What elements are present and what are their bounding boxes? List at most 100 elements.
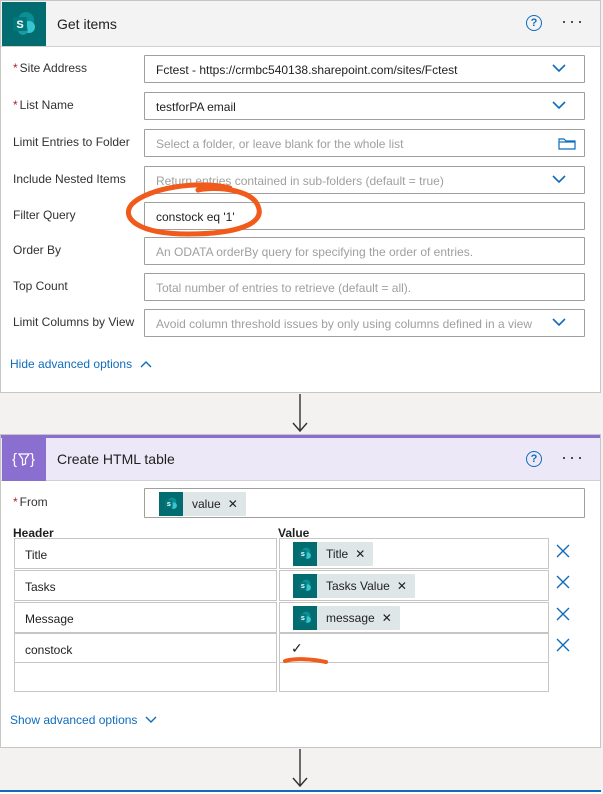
chevron-down-icon[interactable] [552,101,566,109]
flow-arrow-icon [292,749,308,788]
show-advanced-options-link[interactable]: Show advanced options [10,713,157,727]
top-count-placeholder: Total number of entries to retrieve (def… [156,281,412,295]
hide-advanced-label: Hide advanced options [10,357,133,371]
get-items-header[interactable]: S Get items ? ··· [1,1,600,47]
nested-items-dropdown[interactable]: Return entries contained in sub-folders … [144,166,585,194]
filter-query-input[interactable]: constock eq '1' [144,202,585,230]
nested-items-label: Include Nested Items [13,172,126,186]
sharepoint-icon: S [293,574,317,598]
remove-token-icon[interactable]: ✕ [382,611,392,625]
top-count-input[interactable]: Total number of entries to retrieve (def… [144,273,585,301]
close-icon[interactable] [555,606,571,622]
sharepoint-icon: S [293,606,317,630]
nested-items-row: Include Nested Items Return entries cont… [0,166,601,194]
order-by-row: Order By An ODATA orderBy query for spec… [0,237,601,265]
svg-text:}: } [30,451,35,468]
limit-folder-placeholder: Select a folder, or leave blank for the … [156,137,404,151]
show-advanced-label: Show advanced options [10,713,138,727]
token-label: Title [326,547,349,561]
header-cell[interactable]: Tasks [14,570,277,601]
more-options-icon[interactable]: ··· [561,447,585,468]
svg-text:S: S [167,502,171,508]
header-cell-empty[interactable] [14,662,277,692]
limit-folder-input[interactable]: Select a folder, or leave blank for the … [144,129,585,157]
header-cell-text: Message [25,612,74,626]
value-cell[interactable]: S Tasks Value ✕ [279,570,549,601]
dynamic-content-token[interactable]: S Title ✕ [293,542,374,566]
close-icon[interactable] [555,637,571,653]
site-address-dropdown[interactable]: Fctest - https://crmbc540138.sharepoint.… [144,55,585,83]
remove-token-icon[interactable]: ✕ [397,579,407,593]
help-icon[interactable]: ? [526,15,542,31]
data-operation-icon: { } [2,437,46,481]
card-title: Create HTML table [57,451,175,467]
dynamic-content-token[interactable]: S value ✕ [159,492,246,516]
card-title: Get items [57,15,117,32]
close-icon[interactable] [555,543,571,559]
header-cell[interactable]: Title [14,538,277,569]
more-options-icon[interactable]: ··· [561,11,585,32]
sharepoint-icon: S [2,1,46,46]
value-cell[interactable]: S message ✕ [279,602,549,633]
create-html-table-header[interactable]: { } Create HTML table ? ··· [1,435,600,481]
list-name-dropdown[interactable]: testforPA email [144,92,585,120]
top-count-row: Top Count Total number of entries to ret… [0,273,601,301]
header-cell[interactable]: constock [14,633,277,664]
dynamic-content-token[interactable]: S Tasks Value ✕ [293,574,415,598]
help-icon[interactable]: ? [526,451,542,467]
remove-token-icon[interactable]: ✕ [355,547,365,561]
from-label: * From [13,495,48,509]
header-cell-text: constock [25,643,73,657]
filter-query-row: Filter Query constock eq '1' [0,202,601,230]
folder-icon[interactable] [558,137,576,150]
value-cell-empty[interactable] [279,662,549,692]
limit-folder-row: Limit Entries to Folder Select a folder,… [0,129,601,157]
token-label: Tasks Value [326,579,390,593]
list-name-value: testforPA email [156,100,236,114]
list-name-row: * List Name testforPA email [0,92,601,120]
limit-view-row: Limit Columns by View Avoid column thres… [0,309,601,337]
close-icon[interactable] [555,574,571,590]
chevron-down-icon[interactable] [552,318,566,326]
order-by-input[interactable]: An ODATA orderBy query for specifying th… [144,237,585,265]
top-count-label: Top Count [13,279,68,293]
site-address-row: * Site Address Fctest - https://crmbc5401… [0,55,601,83]
header-cell[interactable]: Message [14,602,277,633]
sharepoint-icon: S [293,542,317,566]
site-address-label: * Site Address [13,61,88,75]
next-card-edge [0,790,601,794]
svg-text:{: { [12,451,17,468]
limit-folder-label: Limit Entries to Folder [13,135,130,149]
chevron-up-icon [140,361,152,368]
value-cell[interactable]: S Title ✕ [279,538,549,569]
flow-arrow-icon [292,394,308,433]
limit-view-label: Limit Columns by View [13,315,135,329]
limit-view-placeholder: Avoid column threshold issues by only us… [156,317,532,331]
order-by-label: Order By [13,243,62,257]
svg-text:S: S [301,616,305,622]
remove-token-icon[interactable]: ✕ [228,497,238,511]
value-cell-text: ✓ [291,640,303,656]
filter-query-label: Filter Query [13,208,76,222]
nested-items-placeholder: Return entries contained in sub-folders … [156,174,444,188]
token-label: message [326,611,375,625]
svg-text:S: S [301,584,305,590]
from-input[interactable]: S value ✕ [144,488,585,518]
svg-text:S: S [301,552,305,558]
filter-query-value: constock eq '1' [156,210,235,224]
chevron-down-icon[interactable] [552,64,566,72]
token-label: value [192,497,221,511]
dynamic-content-token[interactable]: S message ✕ [293,606,400,630]
from-row: * From S value ✕ [0,488,601,518]
hide-advanced-options-link[interactable]: Hide advanced options [10,357,152,371]
svg-text:S: S [16,19,23,31]
header-cell-text: Tasks [25,580,56,594]
list-name-label: * List Name [13,98,74,112]
site-address-value: Fctest - https://crmbc540138.sharepoint.… [156,63,458,77]
limit-view-dropdown[interactable]: Avoid column threshold issues by only us… [144,309,585,337]
chevron-down-icon[interactable] [552,175,566,183]
sharepoint-icon: S [159,492,183,516]
order-by-placeholder: An ODATA orderBy query for specifying th… [156,245,474,259]
value-cell[interactable]: ✓ [279,633,549,664]
header-cell-text: Title [25,548,48,562]
